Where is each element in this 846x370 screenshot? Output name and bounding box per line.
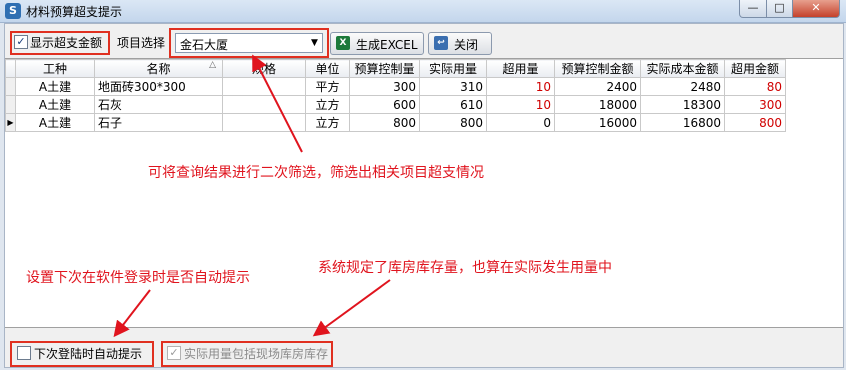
annotation-arrows <box>113 54 391 338</box>
arrow-to-stock-option <box>312 279 391 337</box>
arrow-to-next-login <box>113 289 151 338</box>
arrow-to-project-select <box>252 54 303 153</box>
